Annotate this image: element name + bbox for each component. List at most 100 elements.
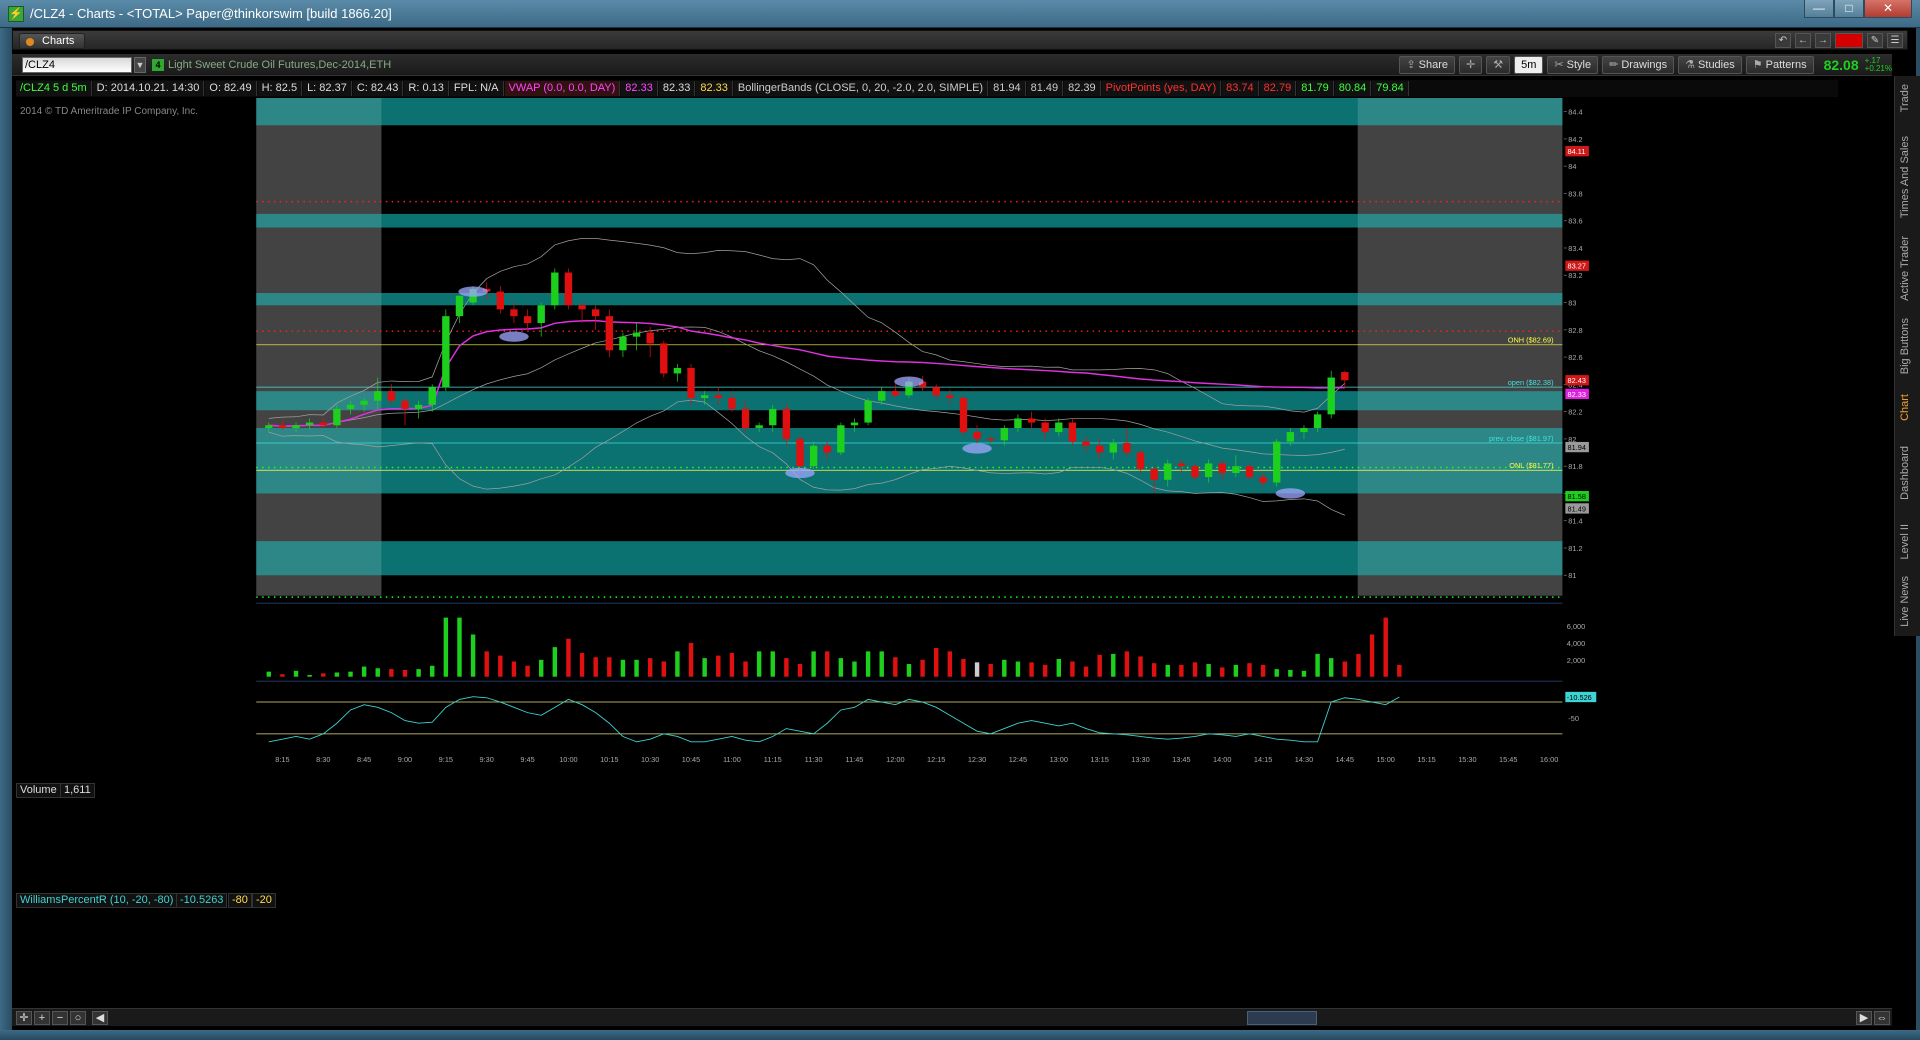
scroll-right-icon[interactable]: ▶ bbox=[1856, 1011, 1872, 1025]
tab-charts[interactable]: Charts bbox=[19, 33, 86, 49]
timeframe-button[interactable]: 5m bbox=[1514, 56, 1544, 74]
patterns-icon: ⚑ bbox=[1752, 59, 1763, 71]
window-title: /CLZ4 - Charts - <TOTAL> Paper@thinkorsw… bbox=[30, 6, 392, 21]
side-tab-chart[interactable]: Chart bbox=[1899, 394, 1911, 421]
candle-12:25 bbox=[959, 395, 968, 437]
close-button[interactable]: ✕ bbox=[1864, 0, 1912, 18]
share-button[interactable]: ⇪ Share bbox=[1399, 56, 1456, 74]
crosshair-tool-button[interactable]: ✛ bbox=[1459, 56, 1483, 74]
chart-canvas[interactable]: ONH ($82.69) open ($82.38) prev. close ($8… bbox=[16, 98, 1838, 768]
volume-bar-29 bbox=[661, 661, 666, 677]
candle-body bbox=[346, 404, 355, 409]
symbol-dropdown-icon[interactable]: ▼ bbox=[134, 57, 146, 73]
patterns-button[interactable]: ⚑ Patterns bbox=[1745, 56, 1814, 74]
candle-14:20 bbox=[1273, 438, 1281, 487]
candle-body bbox=[551, 272, 559, 306]
volume-bar-48 bbox=[920, 659, 925, 677]
volume-bar-20 bbox=[538, 659, 544, 677]
minimize-button[interactable]: — bbox=[1804, 0, 1834, 18]
time-tick-8:15: 8:15 bbox=[275, 755, 289, 764]
candle-body bbox=[728, 397, 736, 409]
zoom-in-icon[interactable]: + bbox=[34, 1011, 50, 1025]
pivotpoints-study-label[interactable]: PivotPoints (yes, DAY) bbox=[1101, 81, 1222, 96]
volume-bar-26 bbox=[620, 659, 626, 677]
swing-marker-ellipse-1 bbox=[499, 331, 529, 342]
style-button[interactable]: ✂ Style bbox=[1547, 56, 1599, 74]
volume-bar-68 bbox=[1192, 662, 1198, 677]
level-label-0: ONH ($82.69) bbox=[1508, 336, 1554, 345]
price-badge-6: 81.49 bbox=[1568, 504, 1586, 513]
time-tick-10:00: 10:00 bbox=[559, 755, 577, 764]
time-tick-14:00: 14:00 bbox=[1213, 755, 1231, 764]
volume-bar-32 bbox=[702, 658, 707, 677]
side-tab-level-ii[interactable]: Level II bbox=[1899, 524, 1911, 559]
candle-body bbox=[510, 309, 518, 317]
zoom-crosshair-icon[interactable]: ✛ bbox=[16, 1011, 32, 1025]
symbol-input[interactable]: /CLZ4 bbox=[22, 57, 132, 73]
time-tick-9:30: 9:30 bbox=[480, 755, 494, 764]
volume-bar-64 bbox=[1138, 656, 1143, 677]
last-price: 82.08 bbox=[1823, 57, 1859, 73]
window-frame-bottom bbox=[0, 1030, 1920, 1040]
maximize-button[interactable]: □ bbox=[1834, 0, 1864, 18]
time-tick-12:30: 12:30 bbox=[968, 755, 986, 764]
settings-button[interactable]: ⚒ bbox=[1486, 56, 1511, 74]
expand-icon[interactable]: ⇔ bbox=[1874, 1011, 1890, 1025]
time-tick-11:30: 11:30 bbox=[805, 755, 823, 764]
candle-body bbox=[1082, 441, 1090, 446]
side-tab-big-buttons[interactable]: Big Buttons bbox=[1899, 318, 1911, 374]
volume-bar-4 bbox=[321, 673, 326, 677]
candle-body bbox=[619, 336, 627, 351]
volume-bar-78 bbox=[1329, 658, 1334, 677]
drawings-label: Drawings bbox=[1621, 59, 1668, 71]
scroll-left-icon[interactable]: ◀ bbox=[92, 1011, 108, 1025]
volume-bar-46 bbox=[893, 657, 898, 677]
volume-bar-69 bbox=[1206, 664, 1211, 677]
volume-bar-74 bbox=[1274, 669, 1279, 677]
time-tick-15:45: 15:45 bbox=[1499, 755, 1517, 764]
price-tick-5: 83.4 bbox=[1568, 244, 1582, 253]
link-color-swatch[interactable] bbox=[1835, 33, 1863, 48]
candle-body bbox=[1341, 372, 1349, 381]
time-tick-10:30: 10:30 bbox=[641, 755, 659, 764]
candle-body bbox=[769, 408, 777, 426]
wpr-level-high: -20 bbox=[252, 893, 276, 908]
volume-bar-59 bbox=[1070, 661, 1075, 677]
wpr-panel-label[interactable]: WilliamsPercentR (10, -20, -80) bbox=[16, 893, 178, 908]
zoom-out-icon[interactable]: − bbox=[52, 1011, 68, 1025]
horizontal-scroll-thumb[interactable] bbox=[1247, 1011, 1317, 1025]
vwap-study-label[interactable]: VWAP (0.0, 0.0, DAY) bbox=[504, 81, 621, 96]
studies-icon: ⚗ bbox=[1685, 59, 1696, 71]
candle-body bbox=[360, 400, 368, 405]
volume-bar-75 bbox=[1288, 669, 1293, 677]
volume-bar-11 bbox=[416, 669, 421, 677]
volume-bar-18 bbox=[511, 661, 517, 677]
side-tab-live-news[interactable]: Live News bbox=[1899, 576, 1911, 627]
price-change: +.17 +0.21% bbox=[1863, 57, 1892, 73]
studies-button[interactable]: ⚗ Studies bbox=[1678, 56, 1742, 74]
chart-toolbar: /CLZ4 ▼ 4 Light Sweet Crude Oil Futures,… bbox=[12, 54, 1892, 76]
side-tab-dashboard[interactable]: Dashboard bbox=[1899, 446, 1911, 500]
side-tab-times-and-sales[interactable]: Times And Sales bbox=[1899, 136, 1911, 218]
volume-bar-24 bbox=[593, 657, 598, 677]
side-tab-trade[interactable]: Trade bbox=[1899, 84, 1911, 112]
price-tick-0: 84.4 bbox=[1568, 108, 1582, 117]
forward-arrow-icon[interactable]: → bbox=[1815, 33, 1831, 48]
symbol-link-badge[interactable]: 4 bbox=[152, 59, 164, 71]
pin-icon[interactable]: ✎ bbox=[1867, 33, 1883, 48]
undo-icon[interactable]: ↶ bbox=[1775, 33, 1791, 48]
bollinger-study-label[interactable]: BollingerBands (CLOSE, 0, 20, -2.0, 2.0,… bbox=[733, 81, 989, 96]
fit-view-icon[interactable]: ○ bbox=[70, 1011, 86, 1025]
volume-bar-80 bbox=[1356, 653, 1361, 677]
volume-bar-35 bbox=[743, 661, 748, 677]
time-tick-13:00: 13:00 bbox=[1050, 755, 1068, 764]
session-background bbox=[381, 98, 1358, 596]
volume-bar-36 bbox=[756, 651, 762, 677]
menu-icon[interactable]: ☰ bbox=[1887, 33, 1903, 48]
volume-bar-3 bbox=[307, 675, 312, 677]
info-open: O: 82.49 bbox=[205, 81, 257, 96]
side-tab-active-trader[interactable]: Active Trader bbox=[1899, 236, 1911, 301]
back-arrow-icon[interactable]: ← bbox=[1795, 33, 1811, 48]
drawings-button[interactable]: ✏ Drawings bbox=[1602, 56, 1675, 74]
candle-body bbox=[1313, 414, 1322, 428]
